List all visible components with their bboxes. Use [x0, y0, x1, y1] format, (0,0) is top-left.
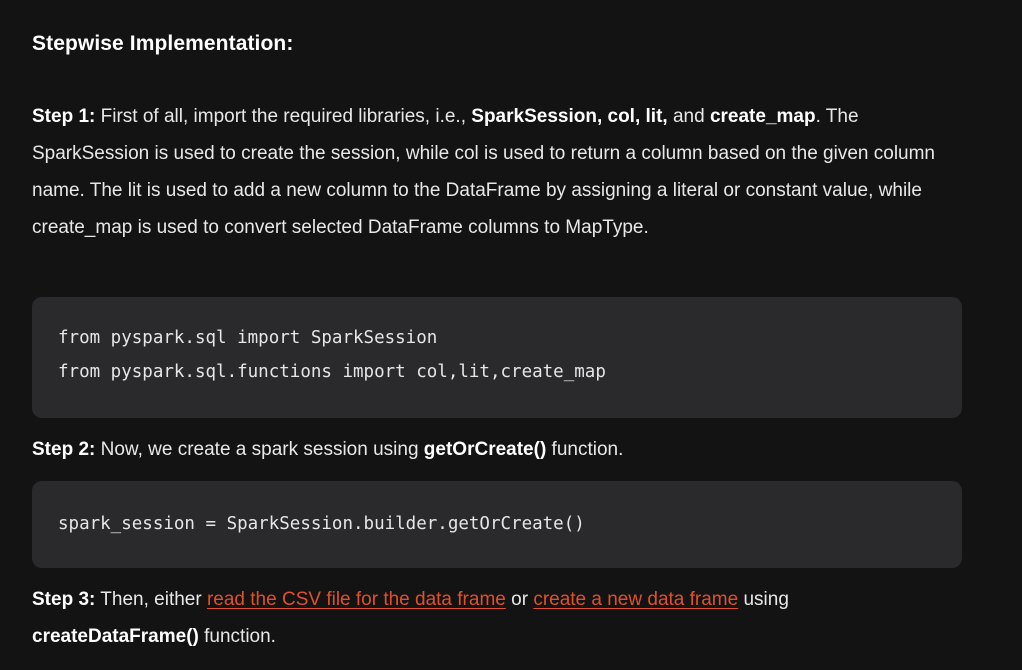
read-csv-link[interactable]: read the CSV file for the data frame — [207, 589, 506, 610]
step-3-text-using: using — [738, 589, 789, 610]
step-1-label: Step 1: — [32, 106, 96, 127]
step-1-bold-libs: SparkSession, col, lit, — [471, 106, 668, 127]
step-3-text-a: Then, either — [95, 589, 207, 610]
code-block-session[interactable]: spark_session = SparkSession.builder.get… — [32, 481, 962, 568]
create-data-frame-link[interactable]: create a new data frame — [533, 589, 738, 610]
code-line: from pyspark.sql import SparkSession — [58, 328, 438, 348]
step-3-text-b: function. — [198, 626, 276, 647]
step-2-label: Step 2: — [32, 439, 96, 460]
code-block-imports[interactable]: from pyspark.sql import SparkSession fro… — [32, 297, 962, 418]
step-1-paragraph: Step 1: First of all, import the require… — [32, 98, 967, 246]
step-3-bold-fn: createDataFrame() — [32, 626, 199, 647]
code-line: spark_session = SparkSession.builder.get… — [58, 514, 585, 534]
article-body: Stepwise Implementation: Step 1: First o… — [0, 0, 1022, 670]
step-3-text-or: or — [505, 589, 534, 610]
step-2-paragraph: Step 2: Now, we create a spark session u… — [32, 431, 967, 468]
step-1-text-a: First of all, import the required librar… — [95, 106, 472, 127]
step-2-bold-fn: getOrCreate() — [423, 439, 547, 460]
step-3-label: Step 3: — [32, 589, 96, 610]
step-1-text-and: and — [667, 106, 710, 127]
section-heading: Stepwise Implementation: — [32, 32, 294, 55]
step-3-paragraph: Step 3: Then, either read the CSV file f… — [32, 581, 967, 655]
step-2-text-b: function. — [546, 439, 624, 460]
step-2-text-a: Now, we create a spark session using — [95, 439, 424, 460]
step-1-bold-create-map: create_map — [709, 106, 816, 127]
code-line: from pyspark.sql.functions import col,li… — [58, 362, 606, 382]
